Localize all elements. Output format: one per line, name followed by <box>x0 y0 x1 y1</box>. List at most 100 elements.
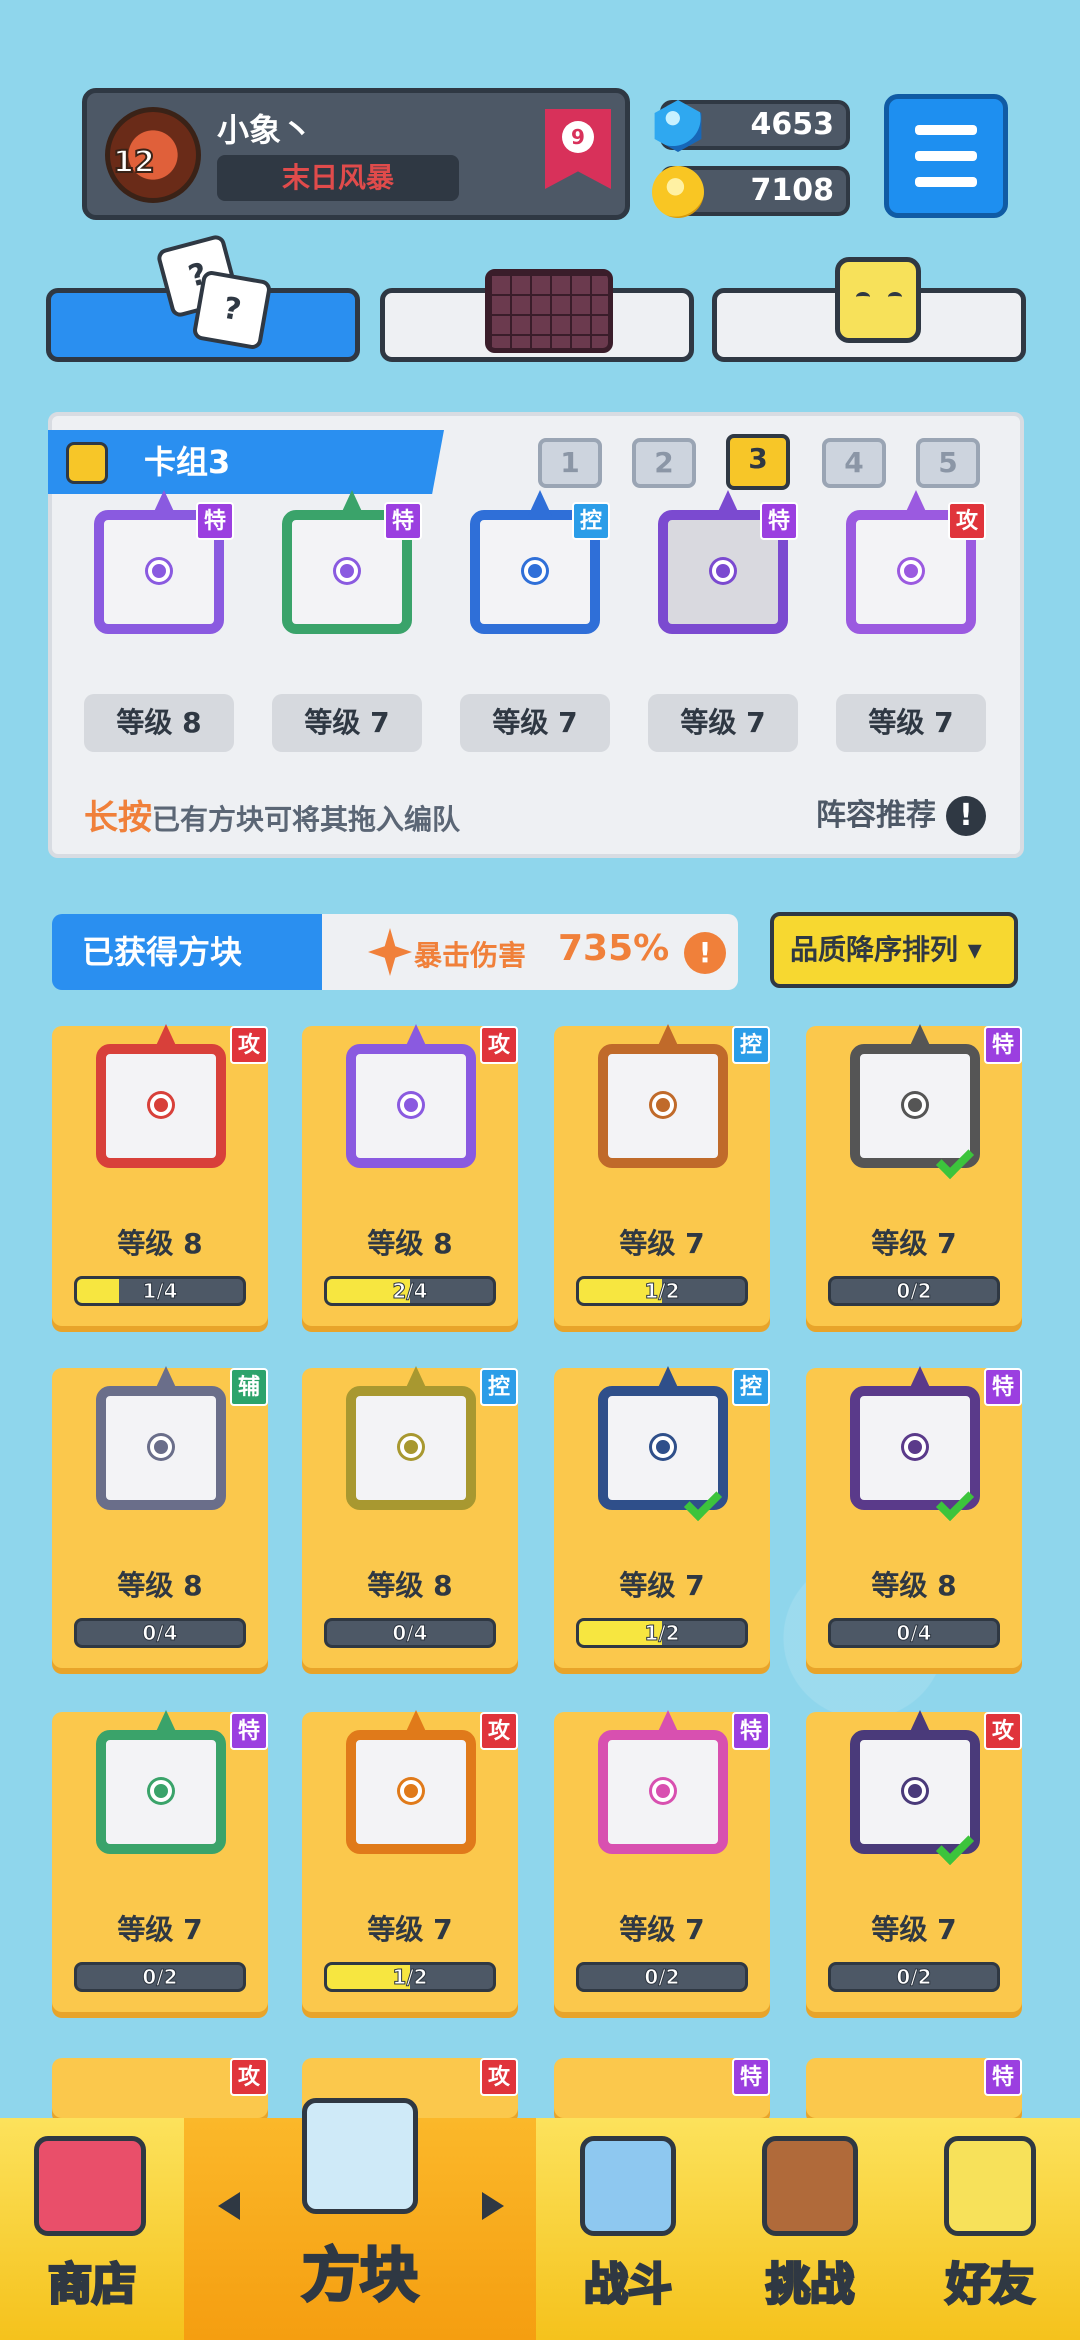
deck-card[interactable]: 特 <box>84 492 234 642</box>
hint-text: 已有方块可将其拖入编队 <box>152 803 461 836</box>
tab-board[interactable] <box>380 269 694 362</box>
coin-counter[interactable]: 7108 <box>652 166 850 218</box>
card-level: 等级 7 <box>871 1913 957 1946</box>
progress-bar: 1/2 <box>324 1962 496 1992</box>
progress-text: 0/2 <box>896 1965 932 1989</box>
progress-text: 0/4 <box>142 1621 178 1645</box>
deck-card-level: 等级 7 <box>460 694 610 752</box>
lineup-recommend-button[interactable]: 阵容推荐! <box>816 790 986 836</box>
deck-slot-3[interactable]: 3 <box>726 434 790 490</box>
nav-battle-label: 战斗 <box>583 2258 674 2312</box>
gem-counter[interactable]: 4653 <box>654 100 850 152</box>
progress-bar: 0/4 <box>324 1618 496 1648</box>
owned-card[interactable]: 特等级 7 0/2 <box>52 1712 268 2012</box>
progress-text: 1/2 <box>644 1279 680 1303</box>
type-badge: 特 <box>984 1368 1022 1406</box>
type-badge: 特 <box>230 1712 268 1750</box>
deck-card[interactable]: 攻 <box>836 492 986 642</box>
tab-skins[interactable] <box>712 257 1026 362</box>
gem-icon <box>654 100 702 152</box>
type-badge: 攻 <box>480 1026 518 1064</box>
deck-card[interactable]: 特 <box>272 492 422 642</box>
owned-card[interactable]: 攻等级 8 1/4 <box>52 1026 268 1326</box>
card-level: 等级 7 <box>619 1569 705 1602</box>
hint-highlight: 长按 <box>84 798 152 838</box>
owned-card[interactable]: 控等级 8 0/4 <box>302 1368 518 1668</box>
nav-shop-label: 商店 <box>47 2258 138 2312</box>
gem-amount: 4653 <box>750 107 835 142</box>
type-badge: 控 <box>572 502 610 540</box>
block-icon <box>86 1368 236 1518</box>
block-icon <box>840 1712 990 1866</box>
progress-bar: 0/4 <box>828 1618 1000 1648</box>
owned-card[interactable]: 辅等级 8 0/4 <box>52 1368 268 1668</box>
progress-text: 1/2 <box>392 1965 428 1989</box>
card-level: 等级 7 <box>619 1913 705 1946</box>
type-badge: 攻 <box>480 2058 518 2096</box>
owned-card[interactable]: 控等级 7 1/2 <box>554 1026 770 1326</box>
block-icon <box>588 1026 738 1176</box>
castle-icon <box>762 2136 858 2236</box>
owned-card[interactable]: 攻等级 7 0/2 <box>806 1712 1022 2012</box>
progress-text: 0/4 <box>896 1621 932 1645</box>
player-profile[interactable]: 12 小象丶 末日风暴 9 <box>82 88 630 220</box>
owned-card[interactable]: 攻等级 7 1/2 <box>302 1712 518 2012</box>
nav-blocks-label: 方块 <box>300 2240 419 2311</box>
nav-challenge[interactable]: 挑战 <box>720 2118 900 2340</box>
block-icon <box>86 1026 236 1176</box>
progress-text: 0/2 <box>896 1279 932 1303</box>
owned-card[interactable]: 特等级 7 0/2 <box>806 1026 1022 1326</box>
progress-text: 0/2 <box>142 1965 178 1989</box>
owned-card-partial[interactable]: 特 <box>554 2058 770 2118</box>
progress-text: 1/4 <box>142 1279 178 1303</box>
dice-icon: ? ? <box>153 233 273 353</box>
block-icon <box>588 1712 738 1862</box>
right-arrow-icon[interactable] <box>482 2192 504 2220</box>
type-badge: 特 <box>984 2058 1022 2096</box>
owned-card-partial[interactable]: 攻 <box>52 2058 268 2118</box>
tab-dice[interactable]: ? ? <box>46 233 360 362</box>
owned-card[interactable]: 特等级 7 0/2 <box>554 1712 770 2012</box>
type-badge: 攻 <box>230 1026 268 1064</box>
nav-friends[interactable]: 好友 <box>900 2118 1080 2340</box>
owned-card[interactable]: 控等级 7 1/2 <box>554 1368 770 1668</box>
type-badge: 特 <box>196 502 234 540</box>
deck-slot-2[interactable]: 2 <box>632 438 696 488</box>
deck-slot-5[interactable]: 5 <box>916 438 980 488</box>
block-icon <box>336 1712 486 1862</box>
sort-dropdown[interactable]: 品质降序排列 ▾ <box>770 912 1018 988</box>
owned-title: 已获得方块 <box>52 914 330 990</box>
deck-card-level: 等级 7 <box>648 694 798 752</box>
block-box-icon <box>302 2098 418 2214</box>
pencil-icon[interactable] <box>66 442 108 484</box>
owned-card[interactable]: 攻等级 8 2/4 <box>302 1026 518 1326</box>
recommend-label: 阵容推荐 <box>816 798 936 833</box>
deck-card[interactable]: 控 <box>460 492 610 642</box>
progress-text: 0/4 <box>392 1621 428 1645</box>
crit-burst-icon <box>368 928 412 976</box>
progress-bar: 1/2 <box>576 1618 748 1648</box>
deck-card-level: 等级 7 <box>272 694 422 752</box>
rank-ribbon-icon: 9 <box>545 109 611 189</box>
block-icon <box>840 1026 990 1180</box>
left-arrow-icon[interactable] <box>218 2192 240 2220</box>
nav-shop[interactable]: 商店 <box>0 2118 184 2340</box>
nav-blocks[interactable]: 方块 <box>184 2098 536 2340</box>
friend-block-icon <box>944 2136 1036 2236</box>
progress-bar: 0/2 <box>74 1962 246 1992</box>
deck-slot-1[interactable]: 1 <box>538 438 602 488</box>
deck-card[interactable]: 特 <box>648 492 798 642</box>
type-badge: 控 <box>480 1368 518 1406</box>
card-level: 等级 7 <box>871 1227 957 1260</box>
nav-battle[interactable]: 战斗 <box>536 2118 720 2340</box>
progress-bar: 1/4 <box>74 1276 246 1306</box>
menu-button[interactable] <box>884 94 1008 218</box>
avatar-level: 12 <box>112 144 156 181</box>
owned-card-partial[interactable]: 特 <box>806 2058 1022 2118</box>
owned-card[interactable]: 特等级 8 0/4 <box>806 1368 1022 1668</box>
deck-slot-4[interactable]: 4 <box>822 438 886 488</box>
block-icon <box>840 1368 990 1522</box>
progress-bar: 0/4 <box>74 1618 246 1648</box>
info-icon[interactable]: ! <box>684 932 726 974</box>
nav-friends-label: 好友 <box>945 2258 1036 2312</box>
